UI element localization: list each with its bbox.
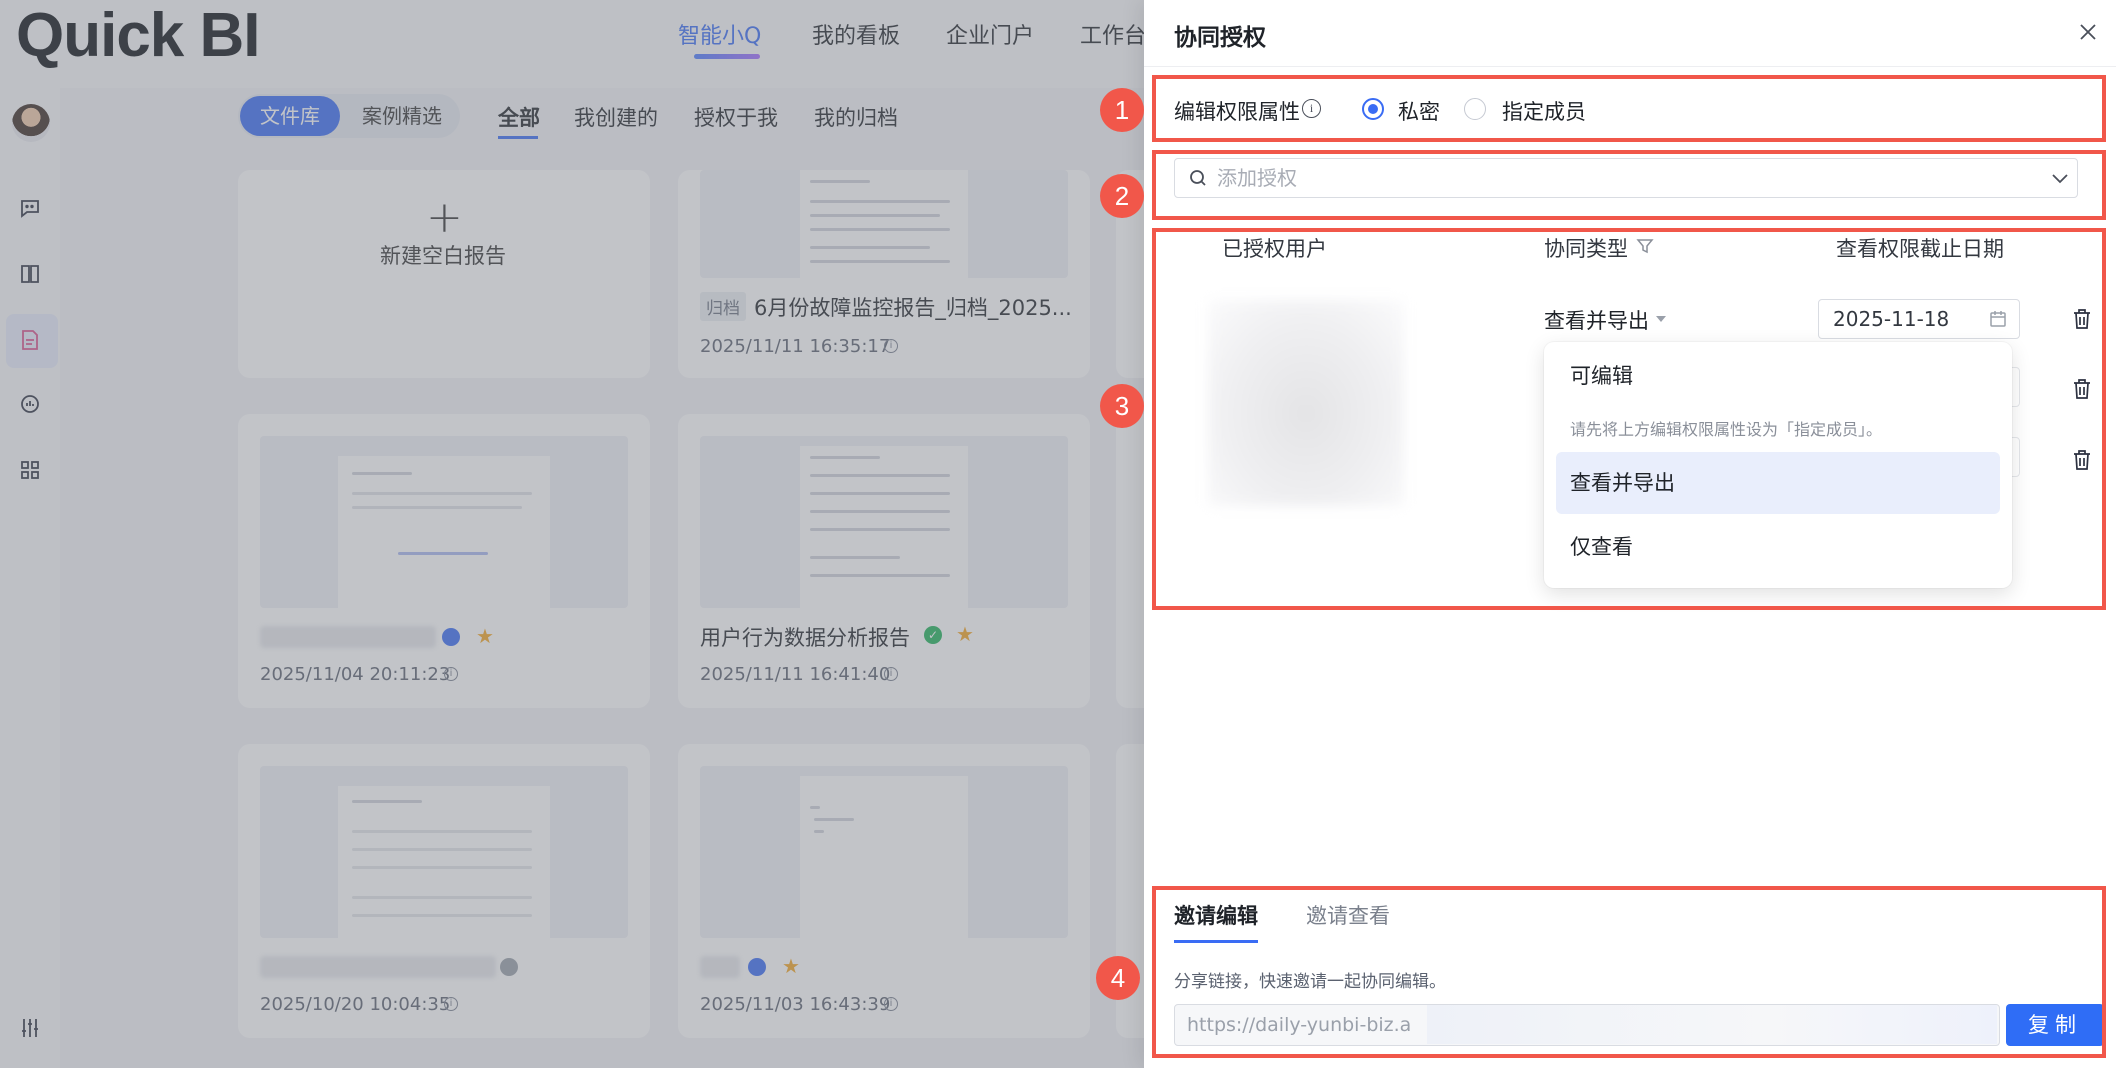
annotation-marker-1: 1 (1100, 88, 1144, 132)
annotation-marker-3: 3 (1100, 384, 1144, 428)
close-icon[interactable] (2076, 20, 2100, 44)
divider (1144, 66, 2116, 67)
annotation-marker-2: 2 (1100, 174, 1144, 218)
annotation-marker-4: 4 (1096, 956, 1140, 1000)
annotation-box-2 (1152, 150, 2106, 220)
collaboration-drawer: 协同授权 编辑权限属性 i 私密 指定成员 已授权用户 协同类型 查看权限截止日… (1144, 0, 2116, 1068)
drawer-title: 协同授权 (1174, 25, 1266, 51)
annotation-box-1 (1152, 75, 2106, 142)
annotation-box-3 (1152, 228, 2106, 610)
modal-mask[interactable] (0, 0, 1144, 1068)
annotation-box-4 (1152, 886, 2106, 1058)
